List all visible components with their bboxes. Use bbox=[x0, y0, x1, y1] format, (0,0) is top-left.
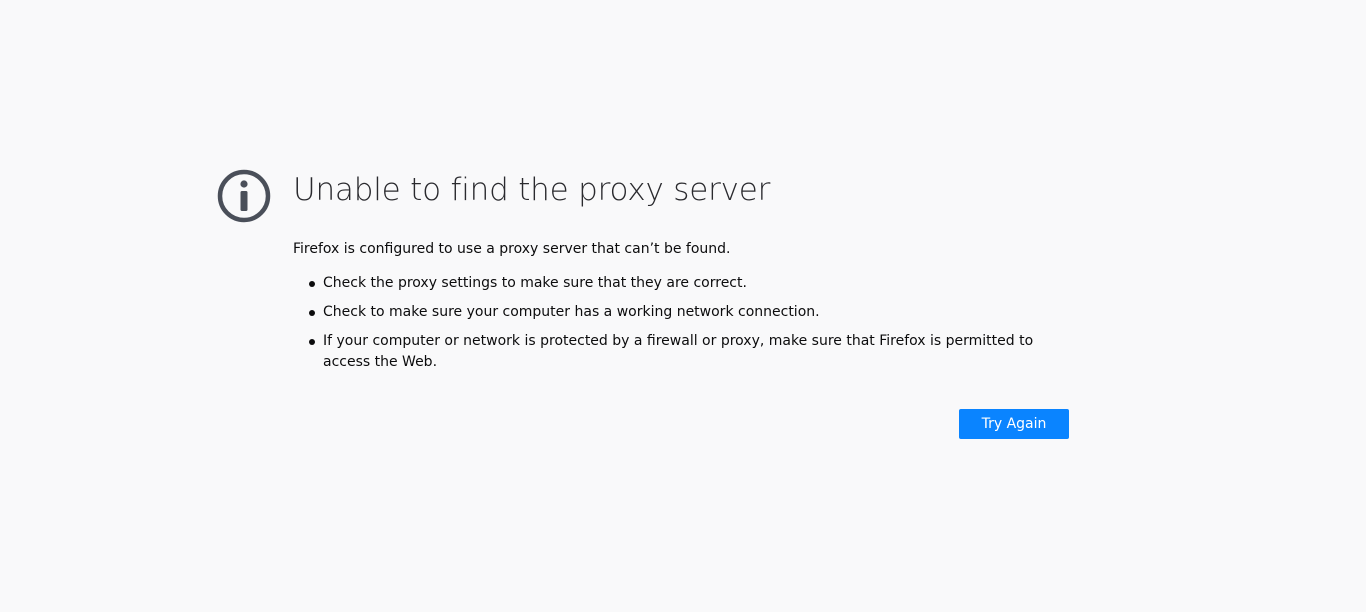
tip-text: If your computer or network is protected… bbox=[323, 333, 1034, 370]
tip-text: Check to make sure your computer has a w… bbox=[323, 304, 820, 320]
bullet-icon bbox=[309, 281, 315, 287]
tips-list: Check the proxy settings to make sure th… bbox=[293, 273, 1069, 373]
bullet-icon bbox=[309, 310, 315, 316]
list-item: Check to make sure your computer has a w… bbox=[309, 302, 1069, 323]
info-icon bbox=[216, 168, 272, 224]
error-content: Unable to find the proxy server Firefox … bbox=[293, 168, 1069, 381]
error-page: Unable to find the proxy server Firefox … bbox=[0, 0, 1366, 612]
tip-text: Check the proxy settings to make sure th… bbox=[323, 275, 747, 291]
list-item: Check the proxy settings to make sure th… bbox=[309, 273, 1069, 294]
bullet-icon bbox=[309, 339, 315, 345]
page-title: Unable to find the proxy server bbox=[293, 172, 771, 208]
error-description: Firefox is configured to use a proxy ser… bbox=[293, 241, 731, 257]
try-again-button[interactable]: Try Again bbox=[959, 409, 1069, 439]
button-row: Try Again bbox=[959, 409, 1069, 439]
list-item: If your computer or network is protected… bbox=[309, 331, 1069, 373]
